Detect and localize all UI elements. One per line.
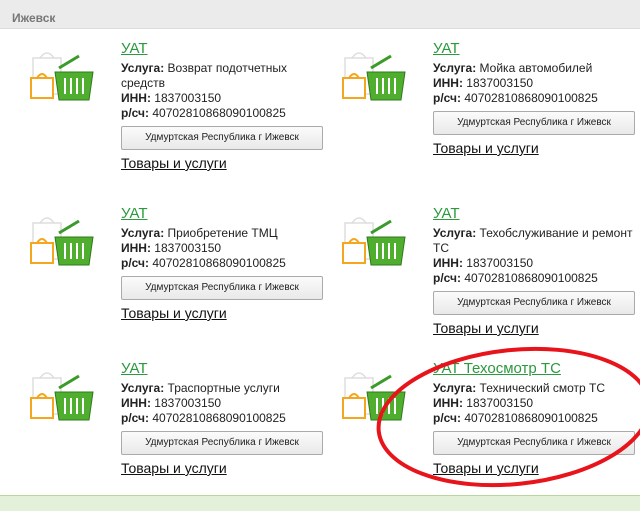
service-line: Услуга: Возврат подотчетных средств <box>121 61 287 90</box>
account-value: 40702810868090100825 <box>152 106 286 120</box>
region-button[interactable]: Удмуртская Республика г Ижевск <box>121 126 323 150</box>
card-title-link[interactable]: УАТ <box>433 205 638 223</box>
service-card: УАТ Услуга: Возврат подотчетных средств … <box>30 40 326 172</box>
region-button[interactable]: Удмуртская Республика г Ижевск <box>121 276 323 300</box>
inn-value: 1837003150 <box>466 76 534 90</box>
inn-value: 1837003150 <box>154 241 222 255</box>
card-title-link[interactable]: УАТ <box>121 205 326 223</box>
service-card: УАТ Услуга: Мойка автомобилей ИНН: 18370… <box>342 40 638 157</box>
inn-value: 1837003150 <box>154 396 222 410</box>
card-title-link[interactable]: УАТ Техосмотр ТС <box>433 360 638 378</box>
inn-value: 1837003150 <box>466 256 534 270</box>
shopping-basket-icon <box>29 213 97 269</box>
service-value: Траспортные услуги <box>167 381 280 395</box>
inn-line: ИНН: 1837003150 <box>121 396 222 410</box>
city-name: Ижевск <box>12 11 56 25</box>
inn-line: ИНН: 1837003150 <box>121 91 222 105</box>
card-title-link[interactable]: УАТ <box>121 360 326 378</box>
goods-services-link[interactable]: Товары и услуги <box>433 320 539 337</box>
shopping-basket-icon <box>29 48 97 104</box>
account-line: р/сч: 40702810868090100825 <box>433 411 598 425</box>
inn-line: ИНН: 1837003150 <box>433 76 534 90</box>
account-value: 40702810868090100825 <box>464 91 598 105</box>
inn-value: 1837003150 <box>466 396 534 410</box>
goods-services-link[interactable]: Товары и услуги <box>433 460 539 477</box>
city-header: Ижевск <box>0 0 640 29</box>
region-button[interactable]: Удмуртская Республика г Ижевск <box>121 431 323 455</box>
card-title-link[interactable]: УАТ <box>433 40 638 58</box>
service-value: Приобретение ТМЦ <box>167 226 278 240</box>
shopping-basket-icon <box>341 368 409 424</box>
goods-services-link[interactable]: Товары и услуги <box>121 155 227 172</box>
service-line: Услуга: Мойка автомобилей <box>433 61 593 75</box>
card-title-link[interactable]: УАТ <box>121 40 326 58</box>
service-line: Услуга: Технический смотр ТС <box>433 381 606 395</box>
region-button[interactable]: Удмуртская Республика г Ижевск <box>433 111 635 135</box>
service-line: Услуга: Приобретение ТМЦ <box>121 226 278 240</box>
shopping-basket-icon <box>29 368 97 424</box>
goods-services-link[interactable]: Товары и услуги <box>121 460 227 477</box>
inn-line: ИНН: 1837003150 <box>433 256 534 270</box>
account-value: 40702810868090100825 <box>464 271 598 285</box>
account-line: р/сч: 40702810868090100825 <box>433 271 598 285</box>
service-value: Технический смотр ТС <box>479 381 606 395</box>
service-line: Услуга: Техобслуживание и ремонт ТС <box>433 226 633 255</box>
service-card: УАТ Услуга: Траспортные услуги ИНН: 1837… <box>30 360 326 477</box>
account-line: р/сч: 40702810868090100825 <box>121 256 286 270</box>
account-value: 40702810868090100825 <box>152 256 286 270</box>
account-line: р/сч: 40702810868090100825 <box>121 411 286 425</box>
account-value: 40702810868090100825 <box>152 411 286 425</box>
goods-services-link[interactable]: Товары и услуги <box>433 140 539 157</box>
inn-value: 1837003150 <box>154 91 222 105</box>
account-value: 40702810868090100825 <box>464 411 598 425</box>
region-button[interactable]: Удмуртская Республика г Ижевск <box>433 431 635 455</box>
service-value: Мойка автомобилей <box>479 61 593 75</box>
inn-line: ИНН: 1837003150 <box>121 241 222 255</box>
service-card: УАТ Услуга: Техобслуживание и ремонт ТС … <box>342 205 638 337</box>
account-line: р/сч: 40702810868090100825 <box>433 91 598 105</box>
inn-line: ИНН: 1837003150 <box>433 396 534 410</box>
service-line: Услуга: Траспортные услуги <box>121 381 280 395</box>
service-card: УАТ Техосмотр ТС Услуга: Технический смо… <box>342 360 638 477</box>
goods-services-link[interactable]: Товары и услуги <box>121 305 227 322</box>
service-card: УАТ Услуга: Приобретение ТМЦ ИНН: 183700… <box>30 205 326 322</box>
account-line: р/сч: 40702810868090100825 <box>121 106 286 120</box>
bottom-band <box>0 495 640 511</box>
shopping-basket-icon <box>341 48 409 104</box>
shopping-basket-icon <box>341 213 409 269</box>
region-button[interactable]: Удмуртская Республика г Ижевск <box>433 291 635 315</box>
